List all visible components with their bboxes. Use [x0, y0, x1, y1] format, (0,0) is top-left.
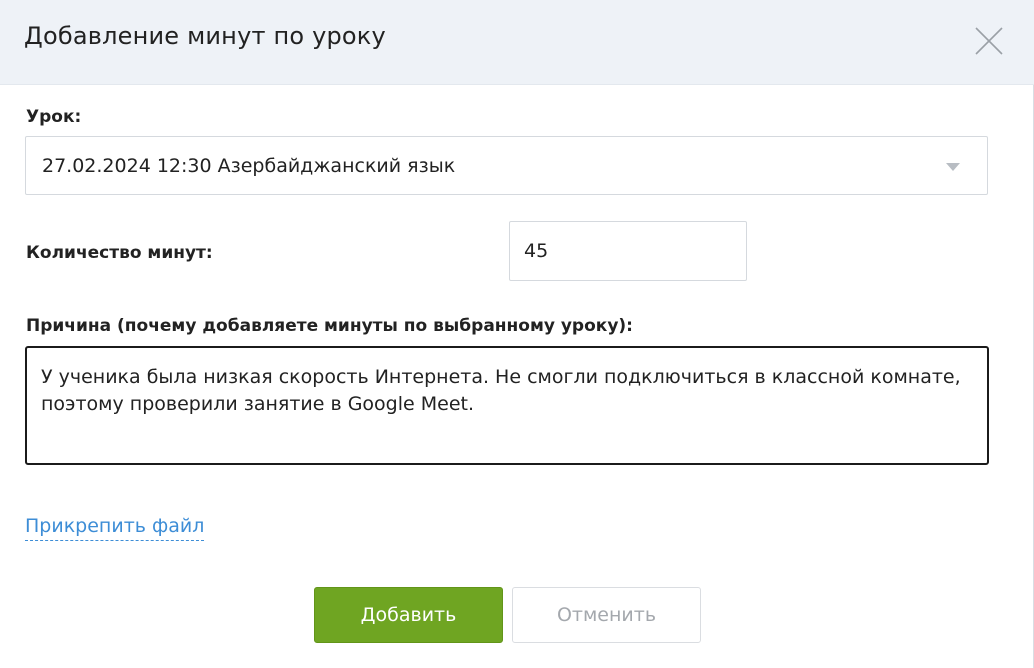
caret-down-icon: [946, 163, 960, 171]
lesson-select-value: 27.02.2024 12:30 Азербайджанский язык: [42, 155, 456, 177]
dialog-title: Добавление минут по уроку: [24, 22, 386, 50]
close-button[interactable]: [974, 26, 1004, 56]
minutes-label: Количество минут:: [26, 243, 213, 263]
reason-label: Причина (почему добавляете минуты по выб…: [26, 316, 633, 336]
add-minutes-dialog: Добавление минут по уроку Урок: 27.02.20…: [0, 0, 1034, 668]
cancel-button[interactable]: Отменить: [512, 587, 701, 643]
lesson-label: Урок:: [26, 107, 82, 127]
attach-file-link[interactable]: Прикрепить файл: [25, 515, 205, 541]
lesson-select[interactable]: 27.02.2024 12:30 Азербайджанский язык: [25, 136, 988, 195]
dialog-header: Добавление минут по уроку: [0, 0, 1034, 85]
reason-textarea[interactable]: У ученика была низкая скорость Интернета…: [25, 346, 989, 465]
minutes-input[interactable]: [509, 221, 747, 281]
close-icon: [975, 27, 1003, 55]
add-button[interactable]: Добавить: [314, 587, 503, 643]
